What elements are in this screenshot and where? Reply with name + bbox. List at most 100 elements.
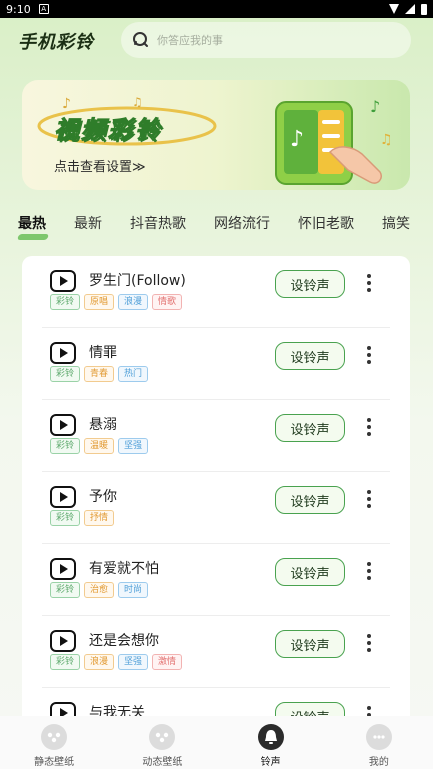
- song-tags: 彩铃 青春 热门: [50, 366, 149, 382]
- tab-internet-popular[interactable]: 网络流行: [200, 212, 284, 242]
- static-wallpaper-icon: [41, 724, 68, 750]
- more-options-icon[interactable]: [365, 634, 373, 654]
- play-icon[interactable]: [50, 342, 76, 364]
- live-wallpaper-icon: [149, 724, 176, 750]
- song-tag: 浪漫: [84, 654, 115, 670]
- song-list: 罗生门(Follow) 彩铃 原唱 浪漫 情歌 设铃声 情罪 彩铃 青春 热门 设铃声 悬溺 彩铃 温暖坚…: [22, 256, 410, 726]
- nav-ringtone[interactable]: 铃声: [217, 716, 325, 769]
- play-icon[interactable]: [50, 414, 76, 436]
- more-options-icon[interactable]: [365, 274, 373, 294]
- search-input[interactable]: [157, 33, 397, 47]
- song-tags: 彩铃 治愈 时尚: [50, 582, 149, 598]
- song-row[interactable]: 悬溺 彩铃 温暖 坚强 设铃声: [22, 400, 410, 472]
- svg-text:♫: ♫: [380, 132, 393, 148]
- tab-label: 怀旧老歌: [298, 216, 354, 232]
- nav-label: 我的: [368, 757, 389, 768]
- song-tag: 原唱: [84, 294, 115, 310]
- status-time: 9:10: [6, 2, 31, 16]
- tab-label: 搞笑: [382, 216, 410, 232]
- search-bar[interactable]: [121, 22, 411, 58]
- music-phone-icon: ♪ ♫ ♪: [275, 97, 393, 185]
- song-title: 有爱就不怕: [89, 561, 159, 577]
- banner-subtitle[interactable]: 点击查看设置≫: [54, 156, 146, 175]
- song-tag: 温暖: [84, 438, 115, 454]
- song-tag: 青春: [84, 366, 115, 382]
- svg-text:♫: ♫: [132, 95, 143, 109]
- set-ringtone-button[interactable]: 设铃声: [275, 342, 345, 370]
- song-tag: 彩铃: [50, 654, 81, 670]
- song-tags: 彩铃 温暖 坚强: [50, 438, 149, 454]
- song-tag: 彩铃: [50, 366, 81, 382]
- tab-label: 最热: [18, 216, 46, 232]
- banner-title: 视频彩铃: [54, 116, 162, 145]
- tab-newest[interactable]: 最新: [60, 212, 116, 242]
- song-title: 还是会想你: [89, 633, 159, 649]
- nav-label: 铃声: [260, 757, 281, 768]
- bottom-nav: 静态壁纸 动态壁纸 铃声 我的: [0, 716, 433, 769]
- song-tag: 浪漫: [118, 294, 149, 310]
- song-row[interactable]: 予你 彩铃 抒情 设铃声: [22, 472, 410, 544]
- tab-hottest[interactable]: 最热: [0, 212, 60, 242]
- song-row[interactable]: 有爱就不怕 彩铃 治愈 时尚 设铃声: [22, 544, 410, 616]
- play-icon[interactable]: [50, 270, 76, 292]
- song-tag: 抒情: [84, 510, 115, 526]
- song-title: 情罪: [89, 345, 117, 361]
- song-title: 予你: [89, 489, 117, 505]
- nav-mine[interactable]: 我的: [325, 716, 433, 769]
- set-ringtone-button[interactable]: 设铃声: [275, 414, 345, 442]
- active-tab-indicator: [16, 234, 50, 240]
- song-tags: 彩铃 浪漫 坚强 激情: [50, 654, 183, 670]
- category-tabs: 最热 最新 抖音热歌 网络流行 怀旧老歌 搞笑: [0, 212, 433, 242]
- song-title: 悬溺: [89, 417, 117, 433]
- song-tag: 热门: [118, 366, 149, 382]
- more-options-icon[interactable]: [365, 490, 373, 510]
- tab-label: 网络流行: [214, 216, 270, 232]
- app-logo: 手机彩铃: [18, 32, 94, 53]
- song-tag: 时尚: [118, 582, 149, 598]
- play-icon[interactable]: [50, 630, 76, 652]
- tab-funny[interactable]: 搞笑: [368, 212, 424, 242]
- signal-icon: [405, 4, 415, 14]
- song-row[interactable]: 情罪 彩铃 青春 热门 设铃声: [22, 328, 410, 400]
- more-options-icon[interactable]: [365, 562, 373, 582]
- promo-banner[interactable]: ♪ ♫ 视频彩铃 点击查看设置≫ ♪ ♫ ♪: [22, 80, 410, 190]
- song-tag: 彩铃: [50, 294, 81, 310]
- song-tag: 情歌: [152, 294, 183, 310]
- svg-text:♪: ♪: [290, 127, 304, 152]
- tab-label: 最新: [74, 216, 102, 232]
- song-tag: 彩铃: [50, 582, 81, 598]
- set-ringtone-button[interactable]: 设铃声: [275, 486, 345, 514]
- set-ringtone-button[interactable]: 设铃声: [275, 558, 345, 586]
- song-tag: 彩铃: [50, 438, 81, 454]
- tab-douyin-hits[interactable]: 抖音热歌: [116, 212, 200, 242]
- profile-chat-icon: [365, 724, 392, 750]
- song-tag: 彩铃: [50, 510, 81, 526]
- song-tags: 彩铃 原唱 浪漫 情歌: [50, 294, 183, 310]
- svg-text:♪: ♪: [370, 97, 380, 116]
- more-options-icon[interactable]: [365, 418, 373, 438]
- tab-nostalgic[interactable]: 怀旧老歌: [284, 212, 368, 242]
- notification-badge: A: [38, 4, 49, 14]
- status-bar: 9:10 A: [0, 0, 433, 18]
- song-tag: 坚强: [118, 654, 149, 670]
- song-title: 罗生门(Follow): [89, 273, 186, 289]
- nav-label: 动态壁纸: [142, 757, 183, 768]
- play-icon[interactable]: [50, 558, 76, 580]
- nav-live-wallpaper[interactable]: 动态壁纸: [108, 716, 216, 769]
- status-icons: [389, 3, 427, 15]
- song-row[interactable]: 还是会想你 彩铃 浪漫 坚强 激情 设铃声: [22, 616, 410, 688]
- song-tag: 治愈: [84, 582, 115, 598]
- nav-static-wallpaper[interactable]: 静态壁纸: [0, 716, 108, 769]
- set-ringtone-button[interactable]: 设铃声: [275, 630, 345, 658]
- more-options-icon[interactable]: [365, 346, 373, 366]
- bell-icon: [257, 724, 284, 750]
- song-tag: 坚强: [118, 438, 149, 454]
- wifi-icon: [389, 4, 399, 14]
- battery-icon: [421, 3, 427, 15]
- song-row[interactable]: 罗生门(Follow) 彩铃 原唱 浪漫 情歌 设铃声: [22, 256, 410, 328]
- set-ringtone-button[interactable]: 设铃声: [275, 270, 345, 298]
- nav-label: 静态壁纸: [34, 757, 75, 768]
- header: 手机彩铃: [0, 20, 433, 62]
- song-tag: 激情: [152, 654, 183, 670]
- play-icon[interactable]: [50, 486, 76, 508]
